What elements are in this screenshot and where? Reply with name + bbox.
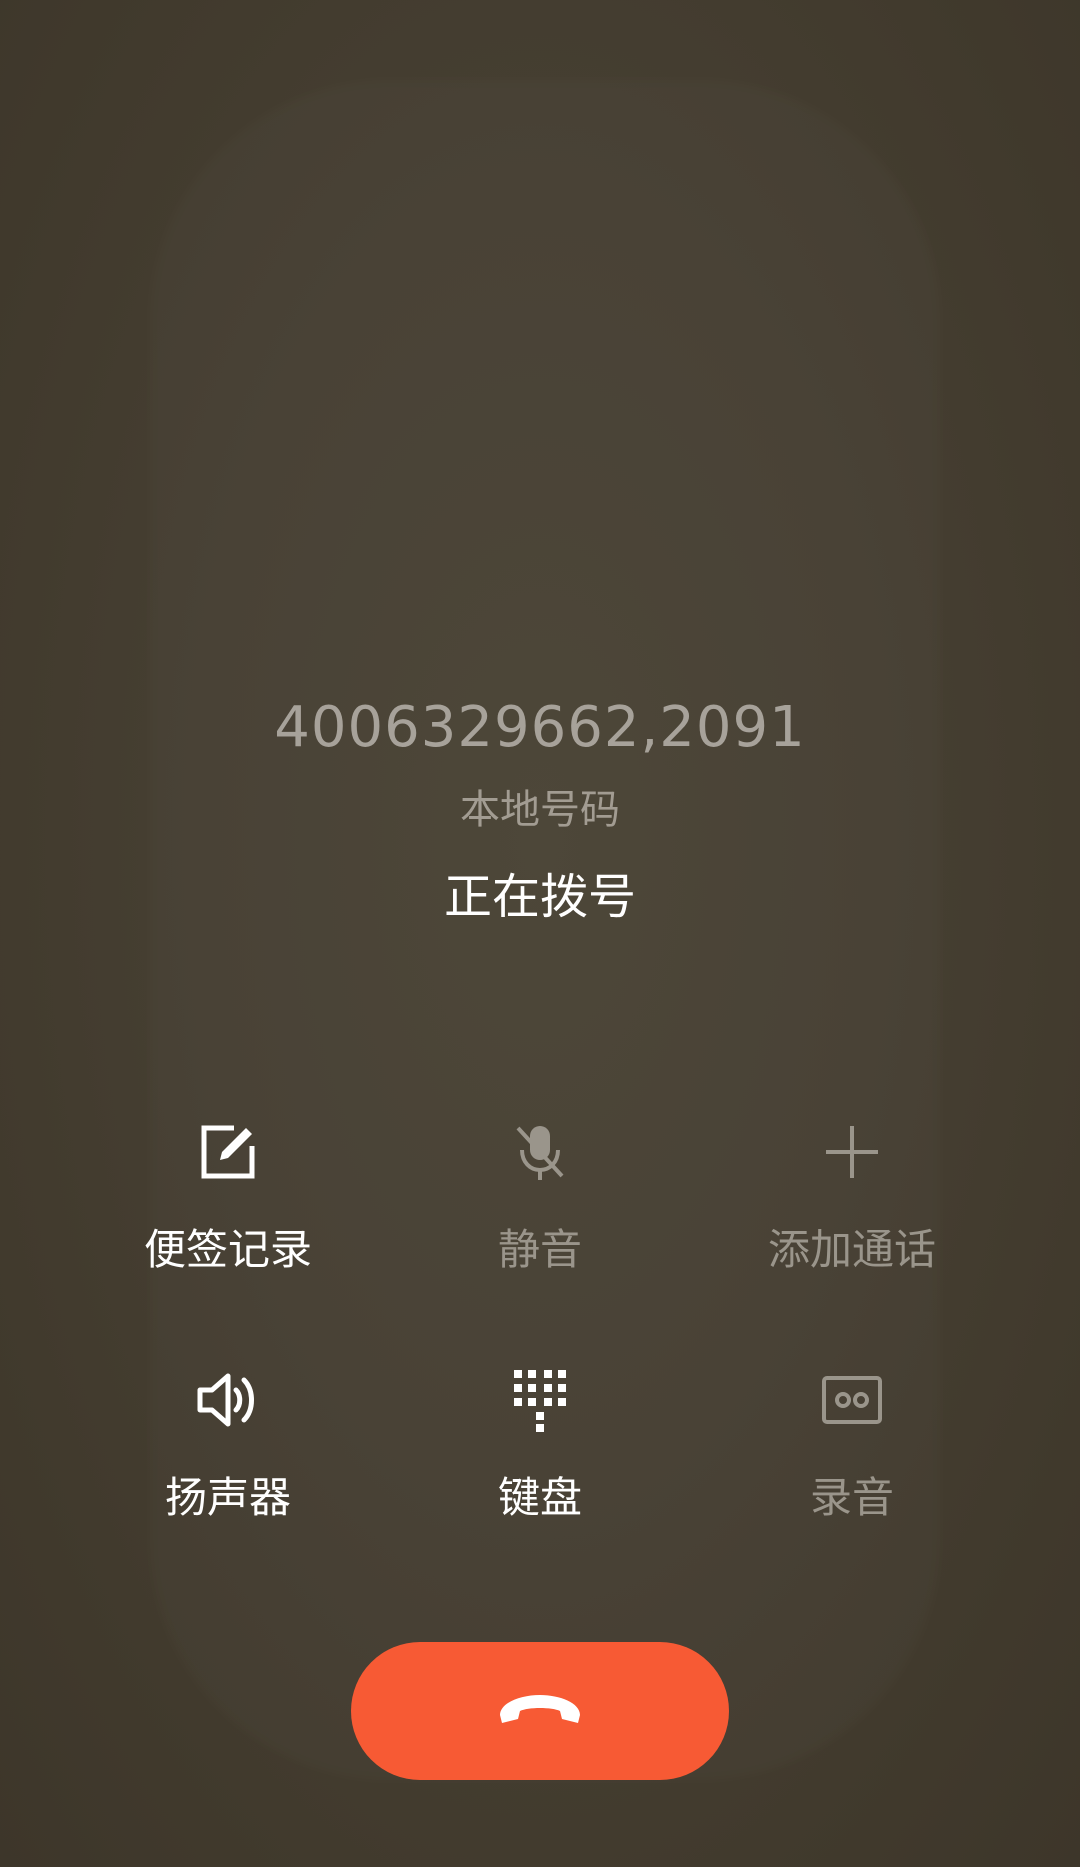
dialpad-icon: [500, 1360, 580, 1440]
keypad-label: 键盘: [497, 1473, 582, 1522]
end-call-icon: [492, 1689, 588, 1733]
speaker-button[interactable]: 扬声器: [78, 1360, 378, 1560]
speaker-icon: [188, 1360, 268, 1440]
voicemail-record-icon: [812, 1360, 892, 1440]
caller-location: 本地号码: [460, 787, 620, 833]
notes-button[interactable]: 便签记录: [78, 1112, 378, 1312]
mute-button[interactable]: 静音: [390, 1112, 690, 1312]
end-call-button[interactable]: [351, 1642, 729, 1780]
add-call-label: 添加通话: [767, 1225, 936, 1274]
record-button[interactable]: 录音: [702, 1360, 1002, 1560]
speaker-label: 扬声器: [164, 1473, 291, 1522]
caller-number: 4006329662,2091: [274, 695, 806, 760]
call-status: 正在拨号: [443, 869, 636, 925]
mute-label: 静音: [497, 1225, 582, 1274]
mic-off-icon: [500, 1112, 580, 1192]
note-edit-icon: [188, 1112, 268, 1192]
keypad-button[interactable]: 键盘: [390, 1360, 690, 1560]
notes-label: 便签记录: [143, 1225, 312, 1274]
plus-icon: [812, 1112, 892, 1192]
record-label: 录音: [809, 1473, 894, 1522]
add-call-button[interactable]: 添加通话: [702, 1112, 1002, 1312]
